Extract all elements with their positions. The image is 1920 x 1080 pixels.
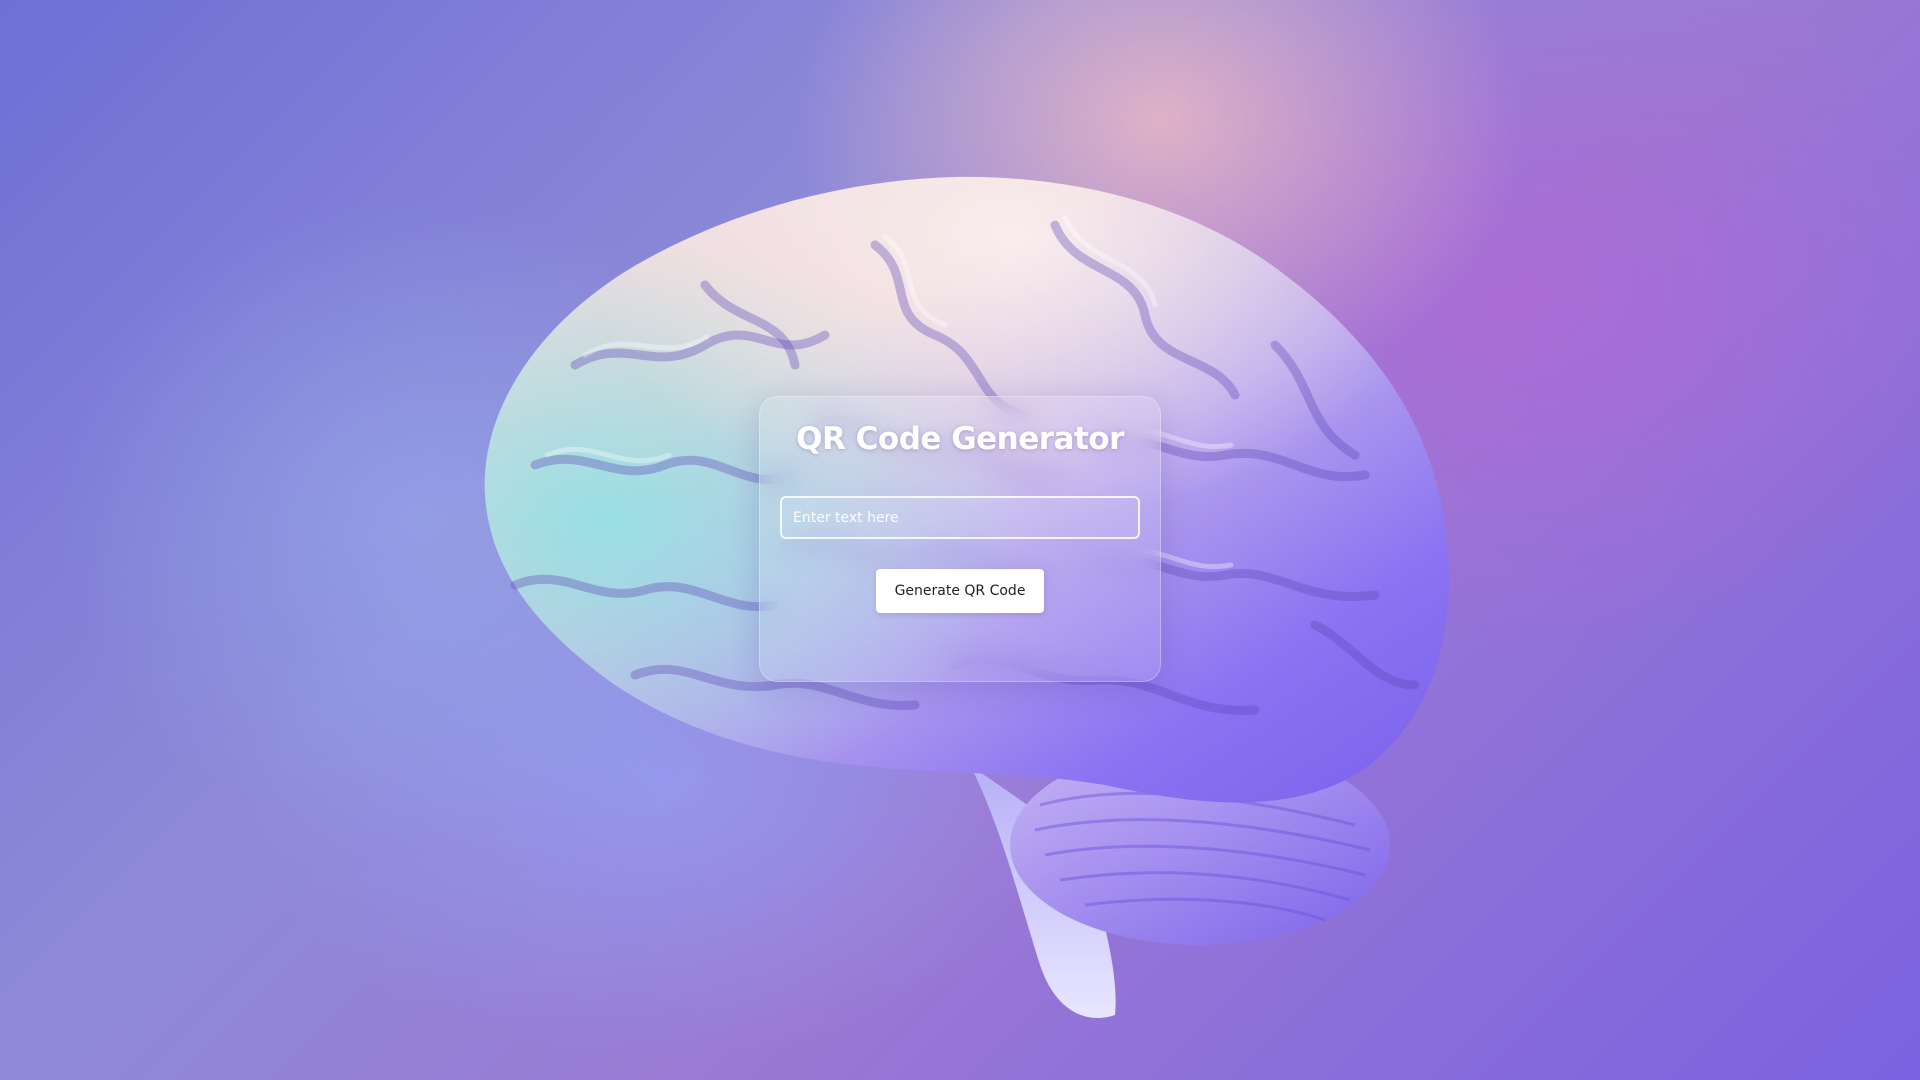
text-input[interactable] (780, 496, 1140, 539)
generate-qr-code-button[interactable]: Generate QR Code (876, 569, 1044, 613)
qr-generator-card: QR Code Generator Generate QR Code (759, 396, 1161, 682)
page-title: QR Code Generator (796, 421, 1124, 457)
page-background: QR Code Generator Generate QR Code (0, 0, 1920, 1080)
